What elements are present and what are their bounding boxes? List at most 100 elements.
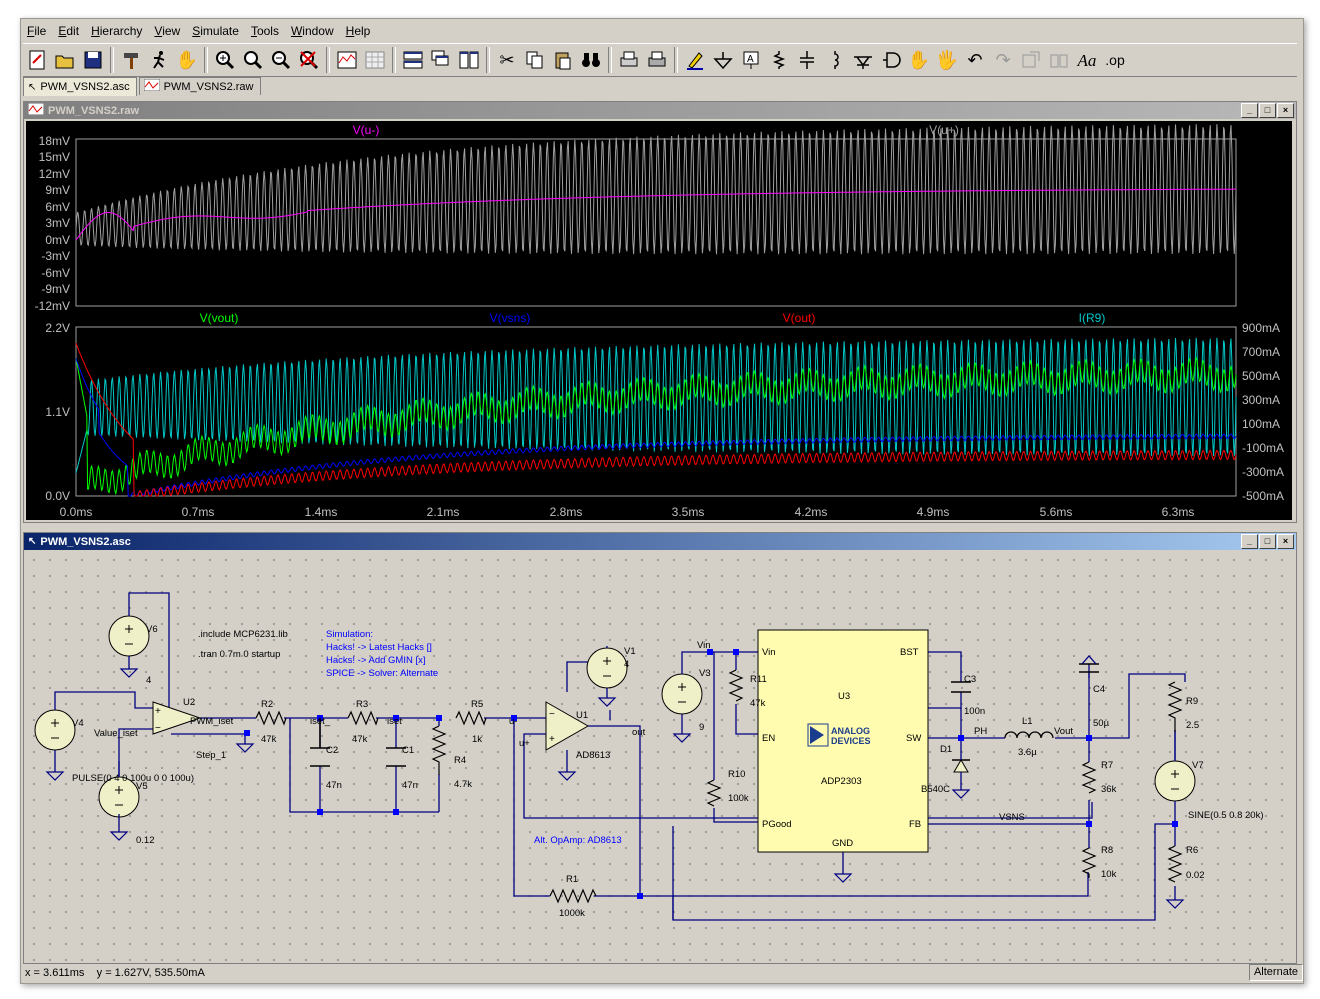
- menu-tools[interactable]: Tools: [245, 24, 285, 38]
- pane2-right-yaxis: 900mA 700mA 500mA 300mA 100mA -100mA -30…: [1242, 321, 1284, 503]
- net-value-iset: Value_iset: [94, 728, 138, 739]
- menu-simulate[interactable]: Simulate: [186, 24, 245, 38]
- plot-area[interactable]: V(u-) V(u+) 18mV 15mV 12mV 9mV 6mV 3mV 0…: [26, 121, 1292, 520]
- halt-hand-icon[interactable]: ✋: [173, 46, 201, 74]
- maximize-button[interactable]: □: [1259, 103, 1276, 118]
- trace-label-vout[interactable]: V(vout): [200, 311, 239, 325]
- grid-icon[interactable]: [361, 46, 389, 74]
- mirror-icon[interactable]: [1045, 46, 1073, 74]
- y-tick: -500mA: [1242, 489, 1284, 503]
- tile-horizontal-icon[interactable]: [399, 46, 427, 74]
- close-button[interactable]: ×: [1277, 103, 1294, 118]
- zoom-fit-icon[interactable]: [295, 46, 323, 74]
- trace-label-vsns[interactable]: V(vsns): [490, 311, 531, 325]
- label-net-icon[interactable]: A: [737, 46, 765, 74]
- waveform-icon: [143, 78, 161, 94]
- directive-tran[interactable]: .tran 0 7m 0 startup: [198, 649, 280, 660]
- c1-name: C1: [402, 745, 414, 756]
- zoom-in-icon[interactable]: [211, 46, 239, 74]
- undo-icon[interactable]: ↶: [961, 46, 989, 74]
- directive-include[interactable]: .include MCP6231.lib: [198, 629, 288, 640]
- c2-value: 47n: [326, 780, 342, 791]
- copy-icon[interactable]: [521, 46, 549, 74]
- r8-name: R8: [1101, 845, 1113, 856]
- net-out: out: [632, 727, 646, 738]
- tab-waveform[interactable]: PWM_VSNS2.raw: [138, 77, 261, 95]
- cut-icon[interactable]: ✂: [493, 46, 521, 74]
- u3-value: ADP2303: [821, 776, 862, 787]
- pin-sw: SW: [906, 733, 921, 744]
- y-tick: 1.1V: [45, 405, 70, 419]
- menu-file[interactable]: File: [21, 24, 52, 38]
- spice-directive-icon[interactable]: .op: [1101, 46, 1129, 74]
- y-tick: 2.2V: [45, 321, 70, 335]
- control-panel-hammer-icon[interactable]: [117, 46, 145, 74]
- cursor-coordinates: x = 3.611ms y = 1.627V, 535.50mA: [25, 966, 205, 979]
- y-tick: 6mV: [45, 200, 70, 214]
- sim-note[interactable]: Hacks! -> Add GMIN [x]: [326, 655, 426, 666]
- find-binoculars-icon[interactable]: [577, 46, 605, 74]
- menu-edit[interactable]: Edit: [52, 24, 85, 38]
- v1-value: 4: [624, 659, 629, 670]
- zoom-out-icon[interactable]: [267, 46, 295, 74]
- ground-icon[interactable]: [709, 46, 737, 74]
- waveform-titlebar[interactable]: PWM_VSNS2.raw _ □ ×: [24, 102, 1296, 119]
- rotate-icon[interactable]: [1017, 46, 1045, 74]
- net-u-minus: u-: [509, 716, 517, 727]
- save-icon[interactable]: [79, 46, 107, 74]
- sim-note[interactable]: SPICE -> Solver: Alternate: [326, 668, 438, 679]
- schematic-canvas[interactable]: + − − + ANALOG DEVICES V6 4 V4 PULSE(0 4…: [26, 552, 1292, 961]
- minimize-button[interactable]: _: [1241, 534, 1258, 549]
- drag-hand-icon[interactable]: 🖐: [933, 46, 961, 74]
- x-tick: 1.4ms: [305, 505, 338, 519]
- menu-window[interactable]: Window: [285, 24, 340, 38]
- net-iset-a: iset_: [310, 716, 331, 727]
- pin-gnd: GND: [832, 838, 853, 849]
- tile-vertical-icon[interactable]: [455, 46, 483, 74]
- autorange-icon[interactable]: [333, 46, 361, 74]
- trace-label-vu-minus[interactable]: V(u-): [353, 123, 380, 137]
- capacitor-icon[interactable]: [793, 46, 821, 74]
- print-preview-icon[interactable]: [615, 46, 643, 74]
- run-icon[interactable]: [145, 46, 173, 74]
- r11-name: R11: [750, 674, 767, 685]
- redo-icon[interactable]: ↷: [989, 46, 1017, 74]
- close-button[interactable]: ×: [1277, 534, 1294, 549]
- zoom-pan-icon[interactable]: [239, 46, 267, 74]
- v7-name: V7: [1192, 760, 1204, 771]
- v6-name: V6: [146, 624, 158, 635]
- sim-note[interactable]: Simulation:: [326, 629, 373, 640]
- diode-icon[interactable]: [849, 46, 877, 74]
- minimize-button[interactable]: _: [1241, 103, 1258, 118]
- r6-value: 0.02: [1186, 870, 1205, 881]
- pin-bst: BST: [900, 647, 919, 658]
- tab-schematic[interactable]: ↖ PWM_VSNS2.asc: [23, 77, 137, 96]
- paste-icon[interactable]: [549, 46, 577, 74]
- sim-note[interactable]: Hacks! -> Latest Hacks []: [326, 642, 432, 653]
- x-tick: 3.5ms: [672, 505, 705, 519]
- trace-label-ir9[interactable]: I(R9): [1079, 311, 1106, 325]
- menu-hierarchy[interactable]: Hierarchy: [85, 24, 148, 38]
- resistor-icon[interactable]: [765, 46, 793, 74]
- waveform-plot-svg: V(u-) V(u+) 18mV 15mV 12mV 9mV 6mV 3mV 0…: [35, 123, 1284, 519]
- move-hand-icon[interactable]: ✋: [905, 46, 933, 74]
- document-tabs: ↖ PWM_VSNS2.asc PWM_VSNS2.raw: [23, 77, 263, 96]
- print-icon[interactable]: [643, 46, 671, 74]
- text-icon[interactable]: Aa: [1073, 46, 1101, 74]
- open-folder-icon[interactable]: [51, 46, 79, 74]
- svg-text:+: +: [155, 706, 161, 717]
- r7-name: R7: [1101, 760, 1113, 771]
- menu-help[interactable]: Help: [340, 24, 377, 38]
- menu-view[interactable]: View: [148, 24, 186, 38]
- inductor-icon[interactable]: [821, 46, 849, 74]
- x-tick: 4.2ms: [795, 505, 828, 519]
- draw-wire-pencil-icon[interactable]: [681, 46, 709, 74]
- y-tick: 100mA: [1242, 417, 1280, 431]
- schematic-titlebar[interactable]: ↖ PWM_VSNS2.asc _ □ ×: [24, 533, 1296, 550]
- new-schematic-icon[interactable]: [23, 46, 51, 74]
- maximize-button[interactable]: □: [1259, 534, 1276, 549]
- component-icon[interactable]: [877, 46, 905, 74]
- cascade-icon[interactable]: [427, 46, 455, 74]
- alt-opamp-note[interactable]: Alt. OpAmp: AD8613: [534, 835, 622, 846]
- trace-label-out[interactable]: V(out): [783, 311, 816, 325]
